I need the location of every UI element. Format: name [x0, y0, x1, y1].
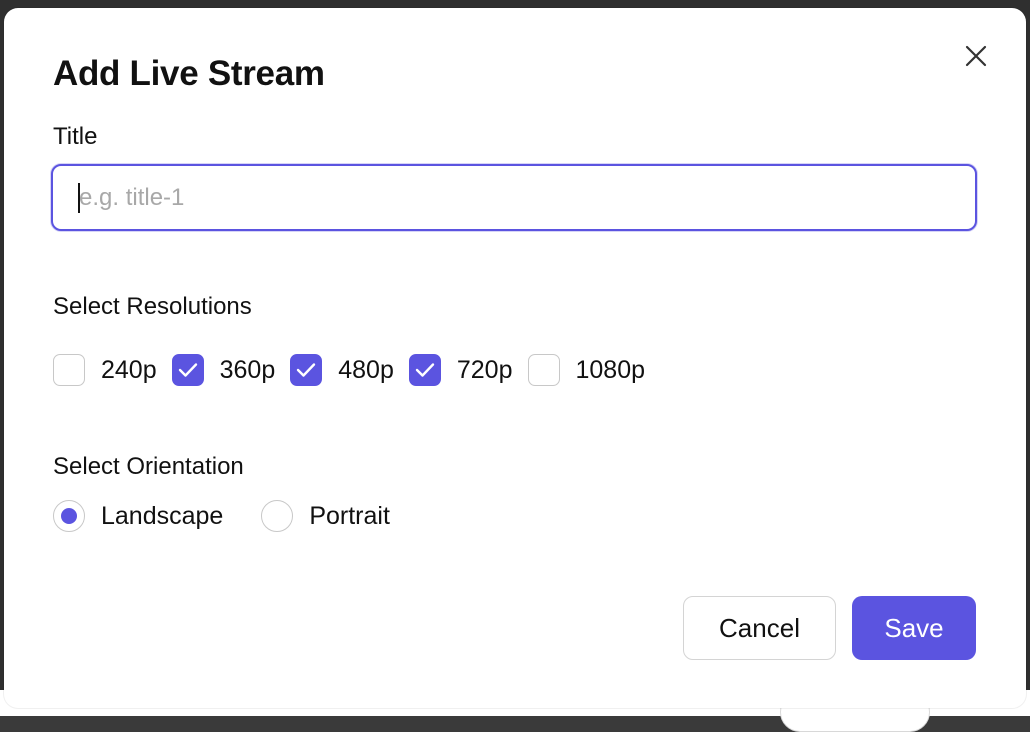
radio-landscape[interactable]: [53, 500, 85, 532]
resolution-label-720p: 720p: [456, 355, 513, 384]
resolution-option-480p[interactable]: 480p: [290, 354, 394, 386]
radio-portrait[interactable]: [261, 500, 294, 532]
save-button[interactable]: Save: [852, 596, 976, 660]
title-label: Title: [53, 123, 98, 150]
text-caret: [78, 183, 80, 213]
checkbox-360p[interactable]: [171, 354, 204, 386]
orientation-group: Landscape Portrait: [53, 496, 428, 536]
resolution-label-480p: 480p: [338, 355, 394, 384]
radio-selected-dot: [61, 508, 77, 524]
close-button[interactable]: [958, 38, 994, 74]
dialog-title: Add Live Stream: [53, 54, 325, 93]
orientation-label-landscape: Landscape: [101, 501, 224, 530]
checkmark-icon: [415, 363, 435, 377]
cancel-button[interactable]: Cancel: [683, 596, 836, 660]
resolution-option-720p[interactable]: 720p: [408, 354, 513, 386]
resolutions-label: Select Resolutions: [53, 293, 252, 320]
title-input[interactable]: [51, 164, 977, 231]
checkbox-240p[interactable]: [53, 354, 85, 386]
resolution-label-360p: 360p: [219, 355, 276, 384]
orientation-option-portrait[interactable]: Portrait: [261, 500, 390, 532]
resolution-label-1080p: 1080p: [575, 355, 646, 384]
checkmark-icon: [178, 363, 197, 377]
add-live-stream-dialog: Add Live Stream Title Select Resolutions…: [4, 8, 1026, 708]
orientation-option-landscape[interactable]: Landscape: [53, 500, 223, 532]
resolution-option-1080p[interactable]: 1080p: [527, 354, 646, 386]
resolution-option-240p[interactable]: 240p: [53, 354, 157, 386]
resolutions-group: 240p 360p 480p 720p 1080p: [53, 350, 660, 390]
checkbox-720p[interactable]: [408, 354, 441, 386]
checkbox-480p[interactable]: [290, 354, 323, 386]
checkmark-icon: [297, 363, 316, 377]
resolution-option-360p[interactable]: 360p: [171, 354, 276, 386]
orientation-label-portrait: Portrait: [309, 501, 390, 530]
orientation-label: Select Orientation: [53, 453, 244, 480]
resolution-label-240p: 240p: [101, 355, 157, 384]
close-icon: [965, 45, 987, 67]
checkbox-1080p[interactable]: [527, 354, 560, 386]
